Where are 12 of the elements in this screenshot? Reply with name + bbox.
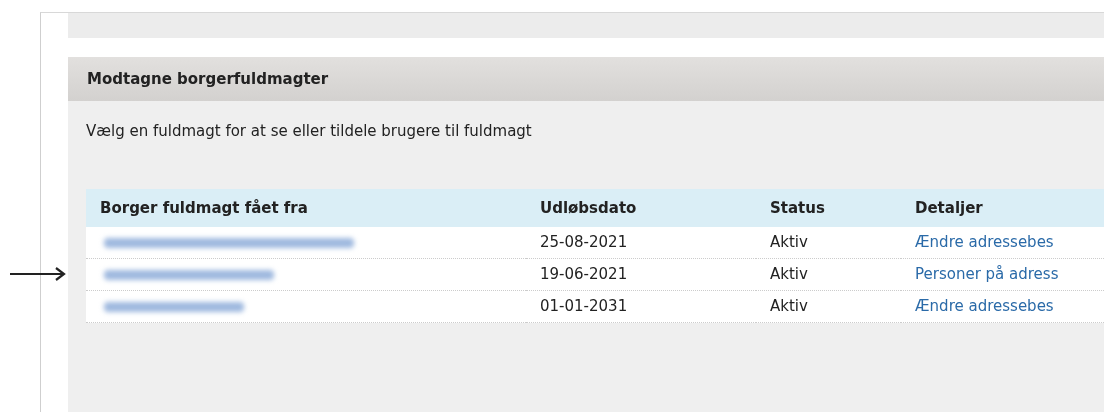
date-cell: 19-06-2021: [526, 259, 756, 291]
column-header: Detaljer: [901, 189, 1104, 227]
status-cell: Aktiv: [756, 227, 901, 259]
status-cell: Aktiv: [756, 291, 901, 323]
column-header: Borger fuldmagt fået fra: [86, 189, 526, 227]
column-header: Status: [756, 189, 901, 227]
date-cell: 25-08-2021: [526, 227, 756, 259]
status-cell: Aktiv: [756, 259, 901, 291]
intro-text: Vælg en fuldmagt for at se eller tildele brugere til fuldmagt: [86, 122, 532, 140]
date-cell: 01-01-2031: [526, 291, 756, 323]
column-header: Udløbsdato: [526, 189, 756, 227]
panel-title: Modtagne borgerfuldmagter: [87, 68, 329, 90]
